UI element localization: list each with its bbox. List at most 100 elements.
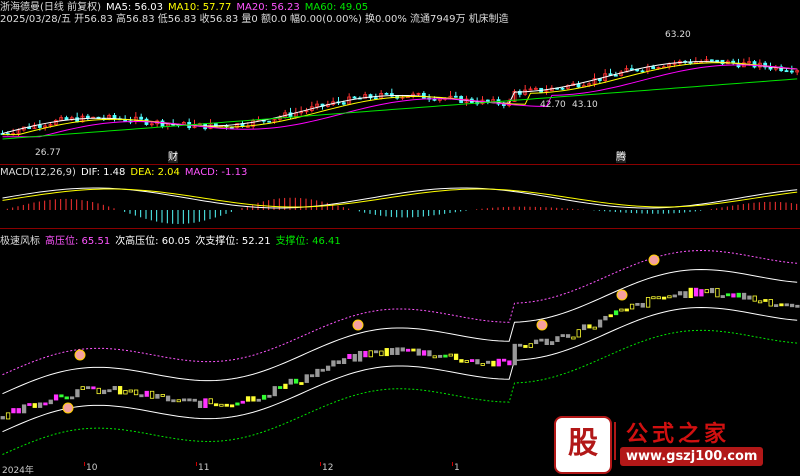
macd-panel[interactable]: MACD(12,26,9) DIF: 1.48 DEA: 2.04 MACD: -1.… bbox=[0, 165, 800, 226]
indicator-bar bbox=[773, 304, 779, 308]
high-pressure-value: 高压位: 65.51 bbox=[45, 236, 111, 247]
indicator-bar bbox=[763, 299, 768, 302]
indicator-bar bbox=[704, 289, 709, 294]
indicator-bar bbox=[443, 354, 448, 358]
indicator-bar bbox=[395, 347, 400, 355]
indicator-bar bbox=[416, 348, 421, 356]
indicator-bar bbox=[96, 387, 101, 395]
indicator-bar bbox=[219, 403, 224, 407]
axis-label-dec: 12 bbox=[322, 463, 334, 473]
ma10-value: MA10: 57.77 bbox=[168, 2, 232, 13]
indicator-bar bbox=[155, 393, 160, 399]
candle-body bbox=[64, 117, 69, 121]
ma5-value: MA5: 56.03 bbox=[105, 2, 163, 13]
ma60-line bbox=[2, 78, 798, 140]
money-bag-icon bbox=[536, 319, 548, 331]
mid-price-label-2: 43.10 bbox=[572, 100, 598, 110]
indicator-bar bbox=[187, 398, 192, 402]
indicator-bar bbox=[123, 390, 128, 395]
dea-line bbox=[2, 188, 798, 208]
candle-body bbox=[629, 68, 634, 71]
indicator-bar bbox=[480, 363, 485, 366]
price-chart-panel[interactable]: 浙海德曼(日线 前复权) MA5: 56.03 MA10: 57.77 MA20: 5… bbox=[0, 0, 800, 164]
indicator-bar bbox=[144, 390, 149, 397]
indicator-bar bbox=[64, 396, 69, 400]
indicator-bar bbox=[608, 314, 613, 318]
indicator-bar bbox=[336, 360, 341, 365]
price-header: 浙海德曼(日线 前复权) MA5: 56.03 MA10: 57.77 MA20: 5… bbox=[0, 2, 373, 13]
indicator-bar bbox=[432, 355, 437, 359]
indicator-bar bbox=[27, 403, 32, 406]
indicator-bar bbox=[400, 347, 405, 352]
indicator-bar bbox=[747, 295, 752, 300]
macd-value: MACD: -1.13 bbox=[184, 167, 248, 178]
indicator-bar bbox=[304, 374, 309, 383]
indicator-bar bbox=[267, 394, 272, 398]
indicator-bar bbox=[373, 350, 379, 354]
indicator-bar bbox=[21, 404, 27, 414]
watermark-brand: 公式之家 bbox=[626, 422, 731, 447]
indicator-bar bbox=[699, 289, 704, 297]
indicator-bar bbox=[277, 386, 283, 389]
indicator-bar bbox=[752, 295, 757, 302]
indicator-bar bbox=[208, 398, 213, 405]
indicator-bar bbox=[427, 350, 432, 357]
candle-body bbox=[784, 70, 789, 73]
candle-body bbox=[139, 116, 144, 120]
indicator-bar bbox=[315, 368, 320, 377]
bar-info-line: 2025/03/28/五 开56.83 高56.83 低56.83 收56.83… bbox=[0, 14, 509, 25]
support-value: 支撑位: 46.41 bbox=[275, 236, 341, 247]
indicator-bar bbox=[533, 339, 539, 345]
money-bag-icon bbox=[616, 289, 628, 301]
indicator-bar bbox=[139, 394, 144, 398]
high-pressure-line bbox=[2, 250, 798, 376]
indicator-bar bbox=[661, 296, 667, 300]
indicator-bar bbox=[11, 408, 16, 414]
event-marker-finance[interactable]: 财 bbox=[168, 152, 178, 163]
indicator-bar bbox=[517, 343, 523, 347]
candle-body bbox=[715, 59, 720, 62]
watermark-url: www.gszj100.com bbox=[620, 447, 764, 466]
money-bag-icon bbox=[648, 254, 660, 266]
indicator-bar bbox=[619, 308, 624, 312]
candle-body bbox=[37, 124, 42, 128]
indicator-bar bbox=[48, 399, 53, 405]
indicator-bar bbox=[453, 353, 459, 360]
candle-body bbox=[789, 70, 794, 73]
candle-body bbox=[75, 117, 80, 123]
candle-body bbox=[688, 61, 693, 64]
indicator-bar bbox=[629, 303, 635, 310]
indicator-bar bbox=[368, 350, 373, 358]
indicator-bar bbox=[197, 400, 203, 408]
indicator-bar bbox=[341, 358, 347, 365]
indicator-bar bbox=[795, 304, 800, 308]
indicator-bar bbox=[768, 299, 773, 307]
indicator-bar bbox=[192, 398, 197, 402]
indicator-bar bbox=[720, 295, 725, 298]
indicator-bar bbox=[75, 389, 80, 398]
indicator-bar bbox=[245, 396, 251, 402]
event-marker-other[interactable]: 腾 bbox=[616, 152, 626, 163]
indicator-bar bbox=[779, 303, 784, 307]
dif-value: DIF: 1.48 bbox=[80, 167, 126, 178]
indicator-bar bbox=[565, 334, 571, 338]
indicator-bar bbox=[651, 296, 656, 300]
money-bag-icon bbox=[62, 402, 74, 414]
indicator-bar bbox=[235, 402, 240, 406]
stock-title: 浙海德曼(日线 前复权) bbox=[0, 2, 101, 13]
indicator-bar bbox=[325, 365, 331, 371]
indicator-bar bbox=[331, 360, 336, 367]
indicator-bar bbox=[539, 338, 544, 342]
indicator-bar bbox=[0, 416, 5, 420]
indicator-bar bbox=[288, 378, 293, 385]
indicator-bar bbox=[544, 338, 549, 346]
indicator-bar bbox=[571, 336, 576, 340]
indicator-bar bbox=[656, 296, 661, 300]
ma10-line bbox=[2, 62, 798, 136]
indicator-bar bbox=[309, 374, 315, 378]
indicator-bar bbox=[411, 348, 416, 352]
indicator-bar bbox=[405, 348, 411, 352]
indicator-bar bbox=[741, 292, 747, 300]
second-high-value: 次高压位: 60.05 bbox=[115, 236, 191, 247]
indicator-bar bbox=[555, 336, 560, 342]
